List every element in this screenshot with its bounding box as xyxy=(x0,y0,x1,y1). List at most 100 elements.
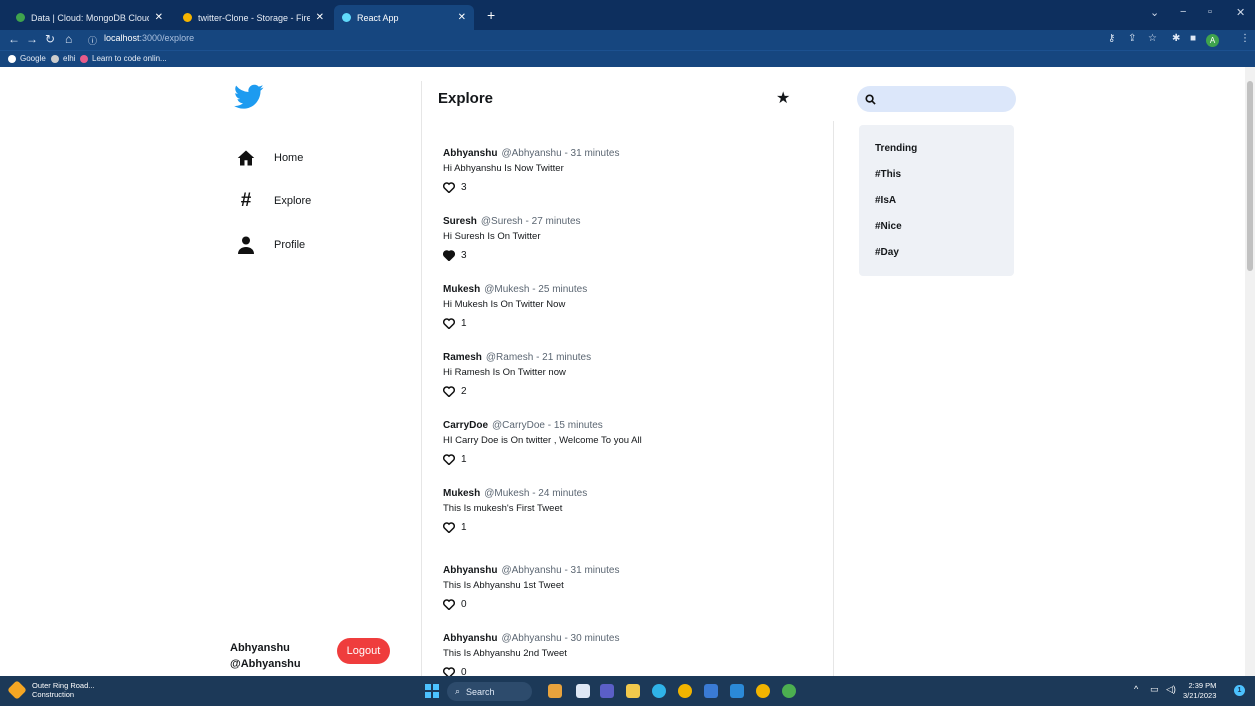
nav-explore[interactable]: # Explore xyxy=(236,190,312,211)
tweet-author-name[interactable]: Abhyanshu xyxy=(443,148,497,159)
search-bar[interactable] xyxy=(857,86,1016,112)
tweet-text: Hi Suresh Is On Twitter xyxy=(443,231,541,242)
heart-icon xyxy=(443,182,461,193)
close-tab-icon[interactable]: ✕ xyxy=(458,12,466,23)
tweet-author-name[interactable]: Abhyanshu xyxy=(443,633,497,644)
close-tab-icon[interactable]: ✕ xyxy=(316,12,324,23)
profile-avatar[interactable]: A xyxy=(1206,34,1219,47)
key-icon[interactable]: ⚷ xyxy=(1108,33,1115,44)
menu-icon[interactable]: ⋮ xyxy=(1240,33,1250,44)
tweet[interactable]: CarryDoe @CarryDoe - 15 minutes HI Carry D… xyxy=(443,420,823,465)
close-window-icon[interactable]: ✕ xyxy=(1236,6,1245,19)
like-button[interactable]: 1 xyxy=(443,454,823,465)
tweet[interactable]: Ramesh @Ramesh - 21 minutes Hi Ramesh Is O… xyxy=(443,352,823,397)
new-tab-icon[interactable]: + xyxy=(487,7,495,23)
weather-widget[interactable]: Outer Ring Road... Construction xyxy=(7,680,95,700)
nav-home[interactable]: Home xyxy=(236,148,303,168)
display-icon[interactable]: ▭ xyxy=(1150,684,1159,695)
teams-icon[interactable] xyxy=(600,684,614,698)
vscode-icon[interactable] xyxy=(730,684,744,698)
tweet-author-handle: @Abhyanshu xyxy=(501,148,562,159)
tweet[interactable]: Suresh @Suresh - 27 minutes Hi Suresh Is O… xyxy=(443,216,823,261)
like-button[interactable]: 0 xyxy=(443,667,823,676)
widgets-icon[interactable] xyxy=(548,684,562,698)
side-panel-icon[interactable]: ■ xyxy=(1190,33,1196,44)
tweet[interactable]: Mukesh @Mukesh - 24 minutes This Is mukesh… xyxy=(443,488,823,533)
twitter-bird-icon[interactable] xyxy=(234,84,264,110)
close-tab-icon[interactable]: ✕ xyxy=(155,12,163,23)
like-button[interactable]: 1 xyxy=(443,522,823,533)
tweet-time: - 24 minutes xyxy=(532,488,588,499)
like-count: 1 xyxy=(461,318,467,329)
back-icon[interactable]: ← xyxy=(8,32,20,46)
windows-start-icon[interactable] xyxy=(425,684,439,698)
tweet[interactable]: Abhyanshu @Abhyanshu - 31 minutes Hi Abhya… xyxy=(443,148,823,193)
browser-tab[interactable]: Data | Cloud: MongoDB Cloud ✕ xyxy=(8,5,171,30)
chrome-icon[interactable] xyxy=(678,684,692,698)
search-input[interactable] xyxy=(882,93,1002,105)
like-count: 3 xyxy=(461,250,467,261)
restore-icon[interactable]: ▫ xyxy=(1208,6,1212,18)
notification-badge[interactable]: 1 xyxy=(1234,685,1245,696)
tweet[interactable]: Mukesh @Mukesh - 25 minutes Hi Mukesh Is O… xyxy=(443,284,823,329)
tweet[interactable]: Abhyanshu @Abhyanshu - 30 minutes This Is … xyxy=(443,633,823,676)
chrome-canary-icon[interactable] xyxy=(782,684,796,698)
browser-tab[interactable]: twitter-Clone - Storage - Firebas ✕ xyxy=(175,5,332,30)
edge-icon[interactable] xyxy=(652,684,666,698)
like-count: 0 xyxy=(461,599,467,610)
trending-item[interactable]: #Nice xyxy=(875,221,902,232)
file-explorer-icon[interactable] xyxy=(626,684,640,698)
scrollbar[interactable] xyxy=(1245,67,1255,676)
url-host: localhost xyxy=(104,33,140,43)
logout-button[interactable]: Logout xyxy=(337,638,390,664)
chrome-icon[interactable] xyxy=(756,684,770,698)
bookmarks-bar: Google elhi Learn to code onlin... xyxy=(0,50,1255,67)
like-button[interactable]: 3 xyxy=(443,250,823,261)
url-field[interactable]: localhost:3000/explore xyxy=(104,33,194,43)
windows-taskbar: Outer Ring Road... Construction ⌕ Search… xyxy=(0,676,1255,706)
extensions-icon[interactable]: ✱ xyxy=(1172,33,1180,44)
search-icon xyxy=(865,93,876,105)
bookmark-google[interactable]: Google xyxy=(8,54,46,63)
tweet[interactable]: Abhyanshu @Abhyanshu - 31 minutes This Is … xyxy=(443,565,823,610)
system-clock[interactable]: 2:39 PM 3/21/2023 xyxy=(1183,681,1216,701)
bookmark-elhi[interactable]: elhi xyxy=(51,54,75,63)
bookmark-learn-to-code[interactable]: Learn to code onlin... xyxy=(80,54,167,63)
tweet-author-name[interactable]: Mukesh xyxy=(443,284,480,295)
taskbar-search[interactable]: ⌕ Search xyxy=(447,682,532,701)
forward-icon[interactable]: → xyxy=(26,32,38,46)
store-icon[interactable] xyxy=(704,684,718,698)
like-button[interactable]: 3 xyxy=(443,182,823,193)
tweet-time: - 25 minutes xyxy=(532,284,588,295)
site-info-icon[interactable]: ⓘ xyxy=(88,34,97,47)
home-browser-icon[interactable]: ⌂ xyxy=(65,32,72,46)
tweet-author-name[interactable]: Ramesh xyxy=(443,352,482,363)
reload-icon[interactable]: ↻ xyxy=(45,32,55,46)
nav-profile[interactable]: Profile xyxy=(236,235,305,255)
minimize-icon[interactable]: − xyxy=(1180,6,1186,18)
home-icon xyxy=(236,148,256,168)
trending-item[interactable]: #This xyxy=(875,169,901,180)
share-icon[interactable]: ⇪ xyxy=(1128,33,1136,44)
like-button[interactable]: 0 xyxy=(443,599,823,610)
like-count: 1 xyxy=(461,522,467,533)
scrollbar-thumb[interactable] xyxy=(1247,81,1253,271)
star-icon[interactable]: ★ xyxy=(776,88,790,108)
bookmark-star-icon[interactable]: ☆ xyxy=(1148,33,1157,44)
tweet-author-handle: @Abhyanshu xyxy=(501,633,562,644)
tray-chevron-icon[interactable]: ^ xyxy=(1134,684,1138,694)
tab-search-icon[interactable]: ⌄ xyxy=(1150,6,1159,19)
like-button[interactable]: 1 xyxy=(443,318,823,329)
heart-icon xyxy=(443,386,461,397)
trending-item[interactable]: #IsA xyxy=(875,195,896,206)
tweet-author-name[interactable]: Suresh xyxy=(443,216,477,227)
tweet-header: Abhyanshu @Abhyanshu - 30 minutes xyxy=(443,633,823,644)
tweet-author-name[interactable]: Mukesh xyxy=(443,488,480,499)
volume-icon[interactable]: ◁) xyxy=(1166,684,1176,695)
like-button[interactable]: 2 xyxy=(443,386,823,397)
browser-tab-active[interactable]: React App ✕ xyxy=(334,5,474,30)
task-view-icon[interactable] xyxy=(576,684,590,698)
tweet-author-name[interactable]: CarryDoe xyxy=(443,420,488,431)
trending-item[interactable]: #Day xyxy=(875,247,899,258)
tweet-author-name[interactable]: Abhyanshu xyxy=(443,565,497,576)
